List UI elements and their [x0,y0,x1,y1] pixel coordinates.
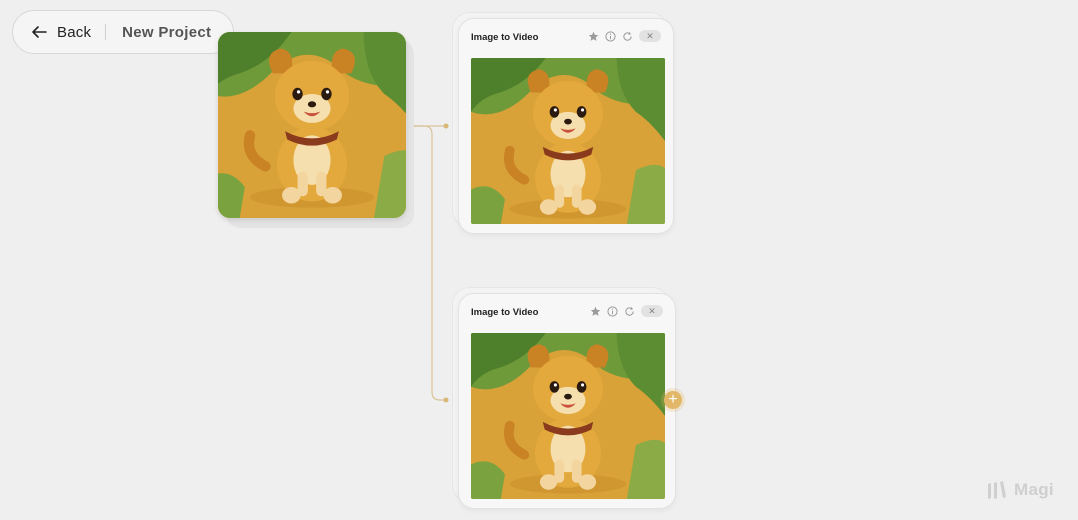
refresh-icon[interactable] [622,31,633,42]
source-image[interactable] [218,32,406,218]
star-icon[interactable] [588,31,599,42]
connector-port-node-1[interactable] [443,123,449,129]
connector-line-bottom [412,125,446,401]
node-title: Image to Video [471,307,539,318]
connector-port-node-2[interactable] [443,397,449,403]
info-icon[interactable] [605,30,616,42]
project-title[interactable]: New Project [122,24,211,41]
image-to-video-node-2[interactable]: Image to Video ✕ [452,287,676,509]
logo-text: Magi [1014,480,1054,499]
node-card[interactable]: Image to Video ✕ [458,18,674,234]
magi-logo-icon [988,481,1006,499]
header-divider [105,24,107,40]
source-image-node[interactable] [218,32,414,228]
node-output-image[interactable] [471,58,665,224]
node-card[interactable]: Image to Video ✕ [458,293,676,509]
star-icon[interactable] [590,306,601,317]
add-node-button[interactable]: + [664,391,682,409]
node-title: Image to Video [471,32,539,43]
node-toolbar: ✕ [588,30,661,42]
project-header: Back New Project [12,10,234,54]
image-to-video-node-1[interactable]: Image to Video ✕ [452,12,674,234]
close-icon[interactable]: ✕ [641,305,663,317]
info-icon[interactable] [607,305,618,317]
back-button[interactable]: Back [13,11,105,53]
arrow-left-icon [32,26,47,38]
node-toolbar: ✕ [590,305,663,317]
connector-lines [412,125,446,401]
back-label: Back [57,23,92,41]
magi-logo: Magi [986,480,1054,500]
node-output-image[interactable] [471,333,665,499]
refresh-icon[interactable] [624,306,635,317]
close-icon[interactable]: ✕ [639,30,661,42]
